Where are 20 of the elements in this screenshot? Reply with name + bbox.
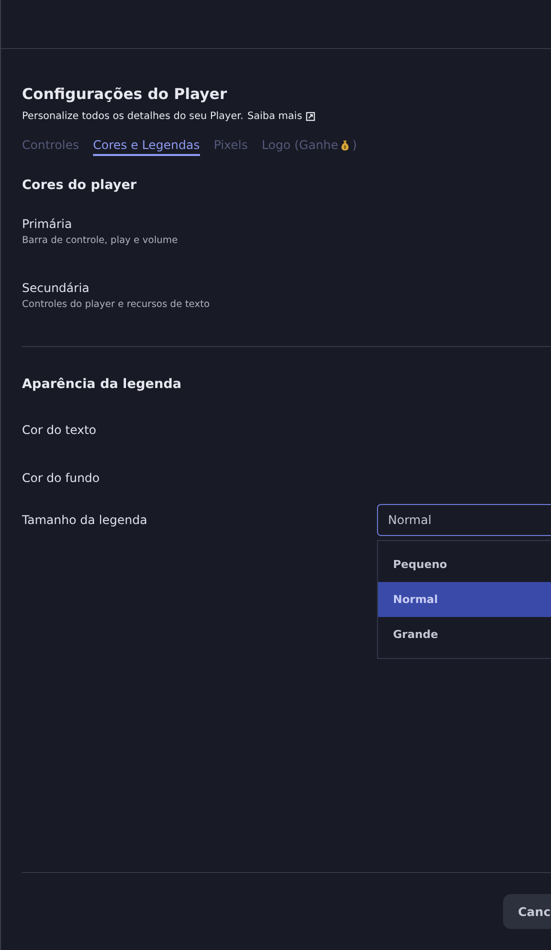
dropdown-option[interactable]: Grande: [378, 617, 551, 652]
setting-label: Primária: [22, 217, 73, 231]
tab[interactable]: Cores e Legendas: [93, 138, 200, 156]
dropdown-option[interactable]: Pequeno: [378, 547, 551, 582]
external-link-icon: [306, 112, 316, 121]
learn-more-link[interactable]: Saiba mais: [247, 111, 316, 122]
setting-label: Cor do fundo: [22, 471, 100, 485]
section-heading: Aparência da legenda: [22, 377, 182, 392]
section-heading: Cores do player: [22, 178, 138, 193]
setting-label: Secundária: [22, 281, 90, 295]
setting-label: Cor do texto: [22, 423, 96, 437]
money-bag-icon: [340, 138, 350, 152]
dropdown-option[interactable]: Normal: [378, 582, 551, 617]
cancel-button[interactable]: Canc: [503, 894, 551, 929]
page-title: Configurações do Player: [22, 85, 228, 103]
setting-description: Controles do player e recursos de texto: [22, 299, 211, 310]
setting-description: Barra de controle, play e volume: [22, 235, 179, 246]
subtitle: Personalize todos os detalhes do seu Player.: [22, 111, 244, 122]
caption-size-select[interactable]: Normal: [377, 504, 551, 536]
setting-label: Tamanho da legenda: [22, 513, 148, 527]
